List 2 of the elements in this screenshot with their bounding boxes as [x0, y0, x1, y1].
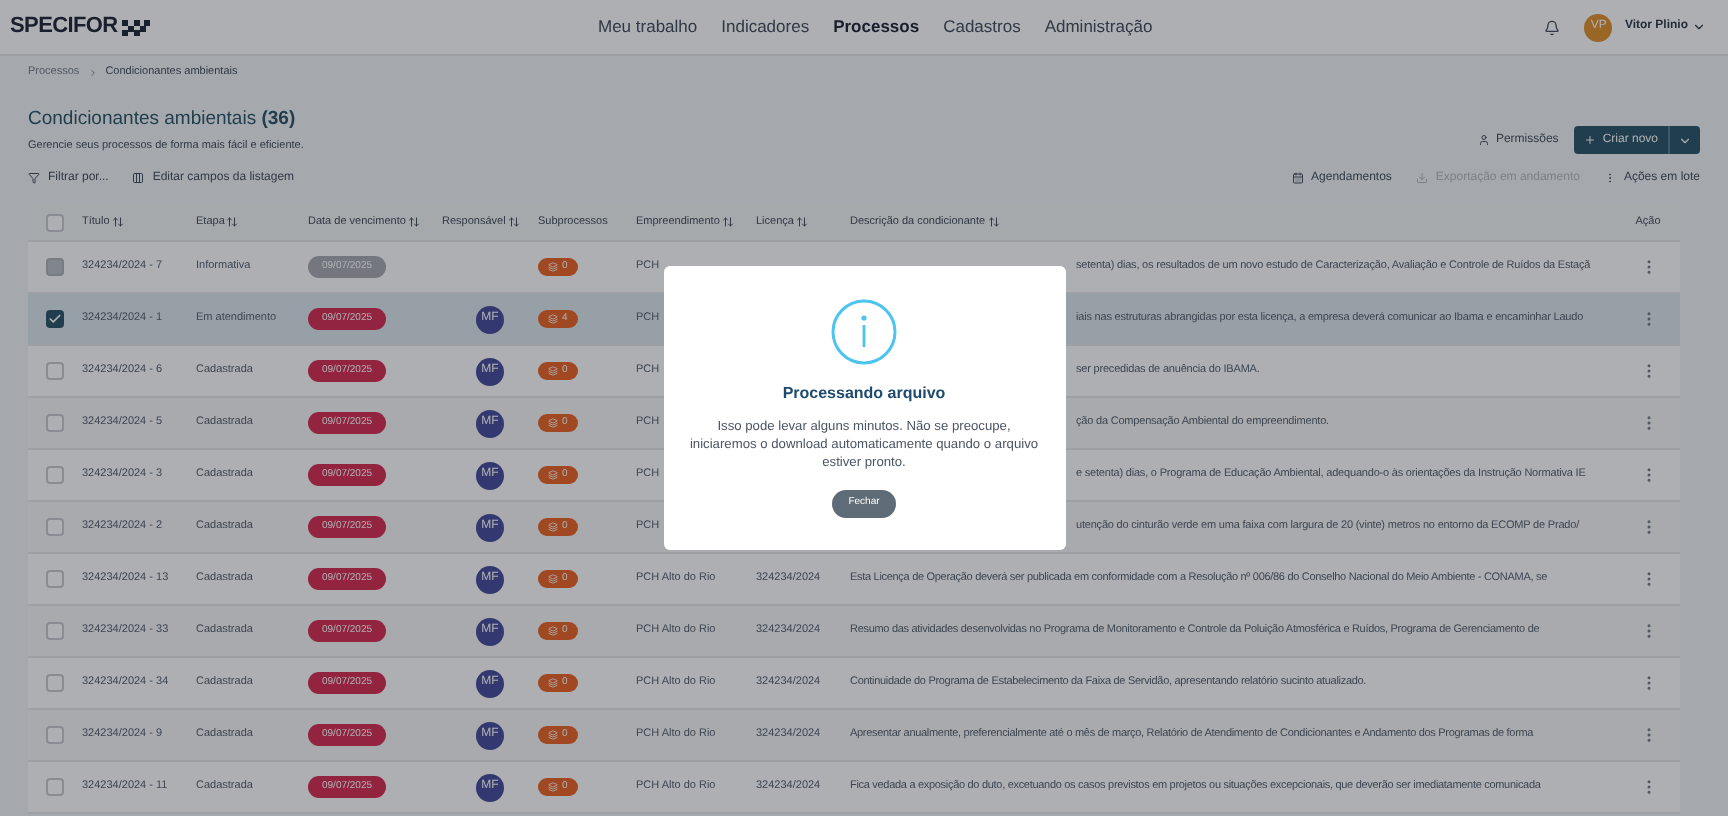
- logo: SPECIFOR: [10, 12, 118, 43]
- page-title: Condicionantes ambientais (36): [28, 105, 298, 133]
